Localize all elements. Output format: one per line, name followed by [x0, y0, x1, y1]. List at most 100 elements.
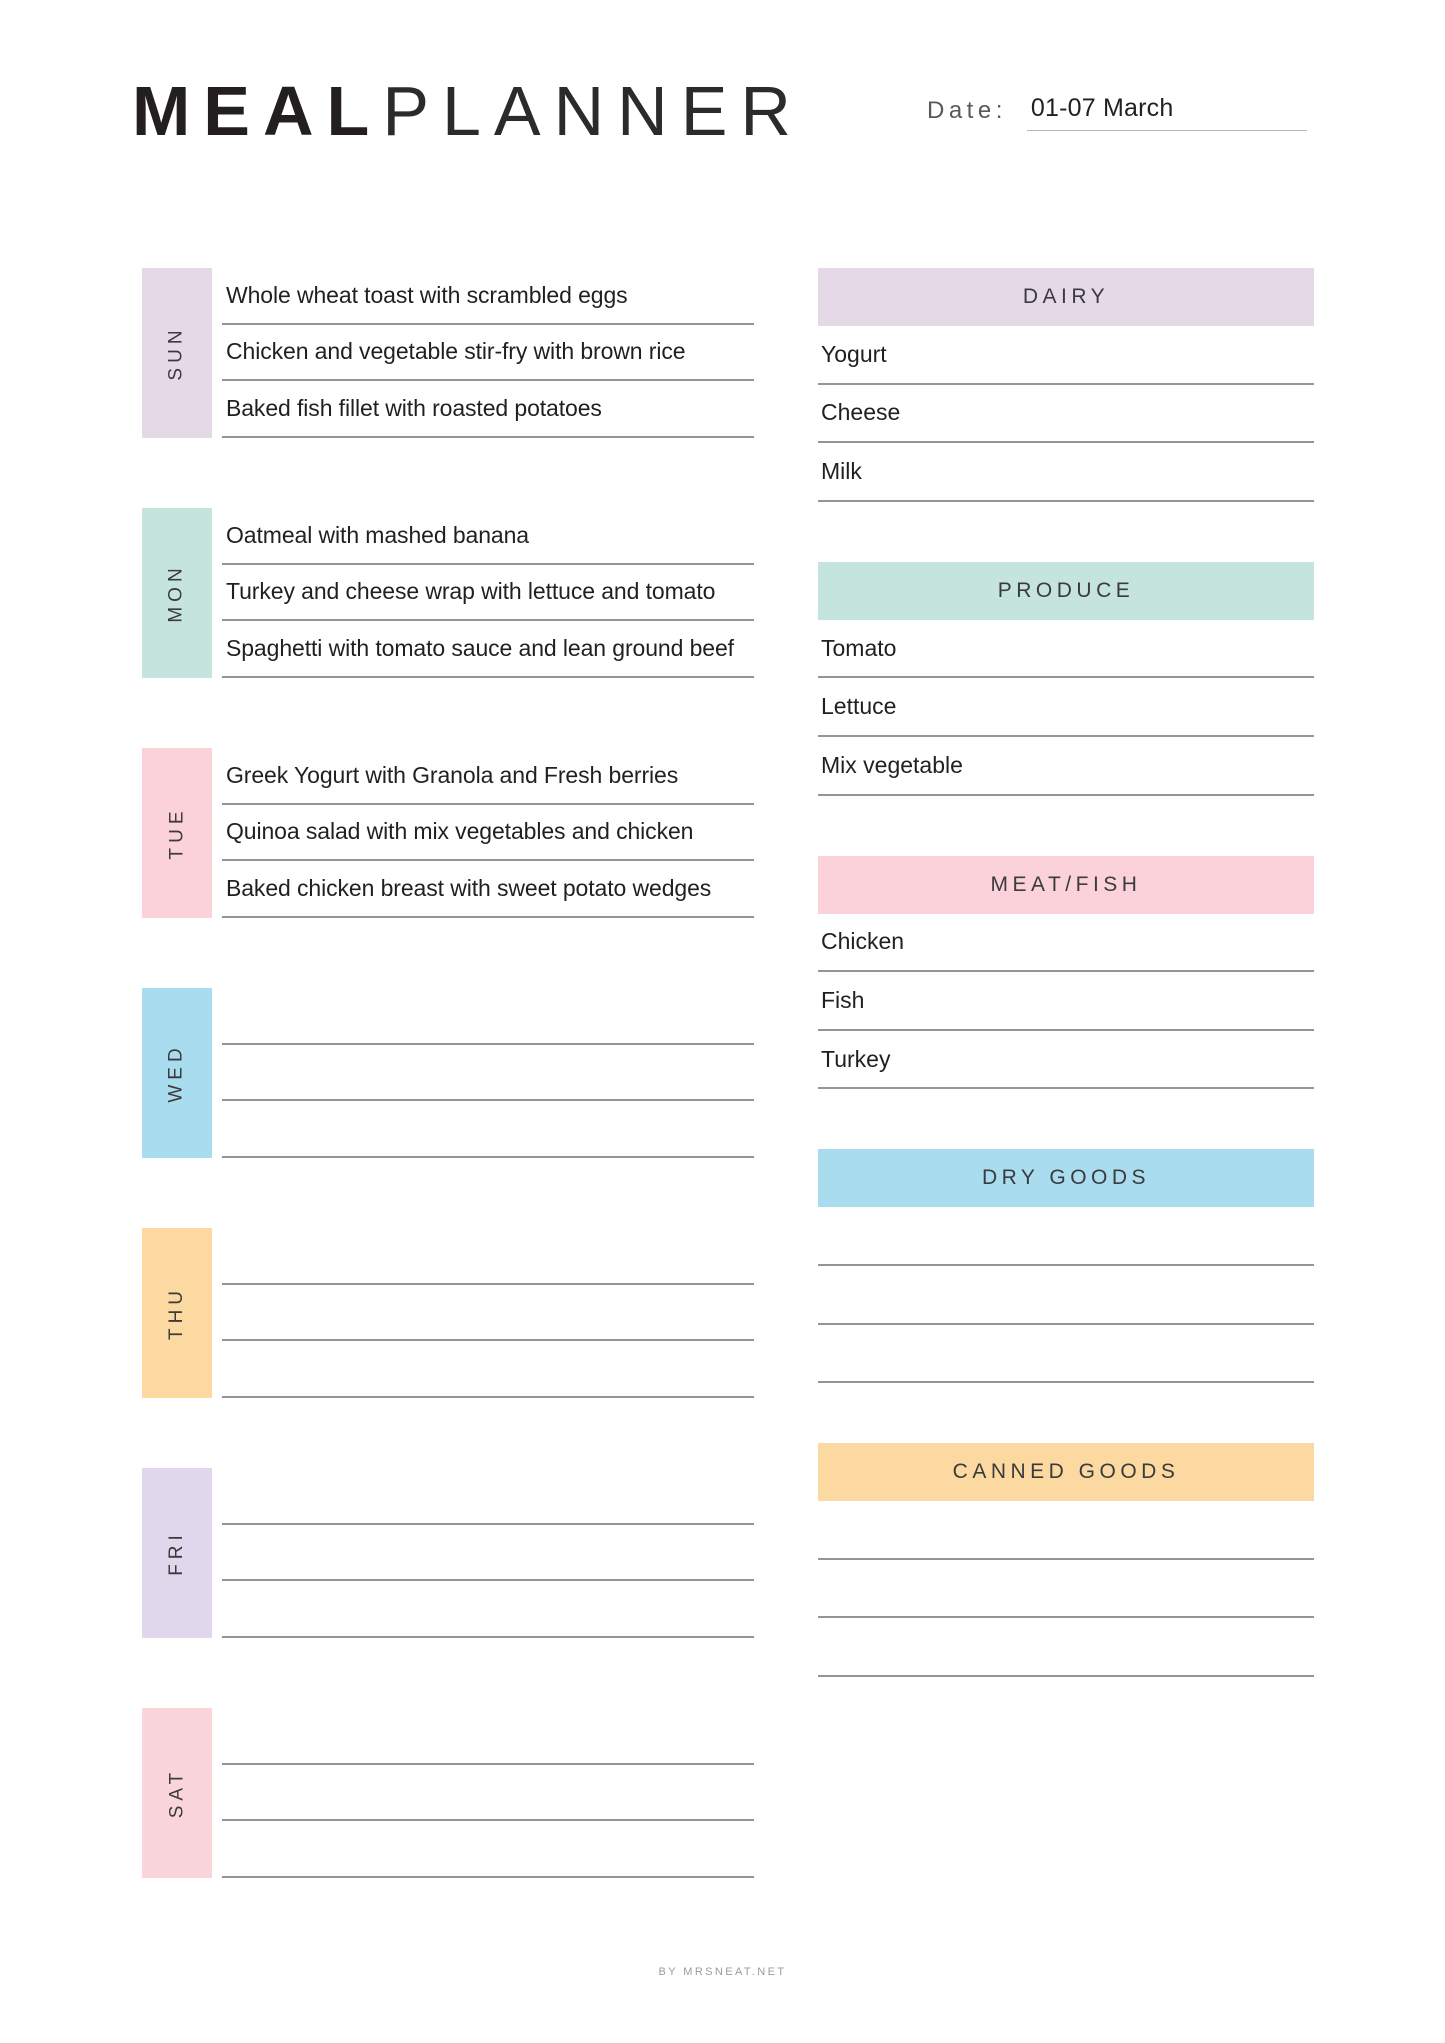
category-item-line[interactable]: Tomato: [818, 620, 1314, 679]
category-header: PRODUCE: [818, 561, 1314, 620]
category-header: DRY GOODS: [818, 1149, 1314, 1208]
category-block: PRODUCE Tomato Lettuce Mix vegetable: [818, 561, 1314, 796]
meal-line[interactable]: [222, 988, 754, 1045]
footer: BY MRSNEAT.NET: [0, 1962, 1445, 1980]
date-value: 01-07 March: [1030, 94, 1174, 122]
meal-text: Quinoa salad with mix vegetables and chi…: [226, 818, 694, 845]
category-item-line[interactable]: Turkey: [818, 1031, 1314, 1090]
meal-text: Spaghetti with tomato sauce and lean gro…: [226, 634, 734, 661]
day-tab-wed: WED: [142, 988, 212, 1158]
meal-line[interactable]: [222, 1045, 754, 1102]
meal-line[interactable]: [222, 1341, 754, 1398]
meal-line[interactable]: [222, 1468, 754, 1525]
meal-line[interactable]: [222, 1228, 754, 1285]
meal-line[interactable]: Whole wheat toast with scrambled eggs: [222, 268, 754, 325]
category-item-line[interactable]: Yogurt: [818, 326, 1314, 385]
day-tab-label: FRI: [165, 1530, 187, 1576]
category-block: DAIRY Yogurt Cheese Milk: [818, 268, 1314, 502]
category-item-text: Tomato: [821, 634, 897, 661]
category-item-text: Mix vegetable: [821, 751, 963, 778]
day-meals: Whole wheat toast with scrambled eggs Chi…: [222, 268, 754, 438]
category-header: DAIRY: [818, 268, 1314, 326]
meal-text: Chicken and vegetable stir-fry with brow…: [226, 338, 686, 365]
category-item-line[interactable]: [818, 1560, 1314, 1619]
day-tab-sun: SUN: [142, 268, 212, 438]
day-meals: Greek Yogurt with Granola and Fresh berr…: [222, 748, 754, 918]
day-tab-mon: MON: [142, 508, 212, 678]
category-item-text: Lettuce: [821, 693, 897, 720]
day-tab-label: THU: [166, 1285, 187, 1341]
day-block: MON Oatmeal with mashed banana Turkey and …: [142, 508, 754, 678]
meal-text: Greek Yogurt with Granola and Fresh berr…: [226, 761, 679, 788]
page-title-bold: MEAL: [132, 72, 383, 150]
day-block: THU: [142, 1228, 754, 1398]
category-item-line[interactable]: Milk: [818, 443, 1314, 502]
day-tab-fri: FRI: [142, 1468, 212, 1638]
category-item-line[interactable]: [818, 1207, 1314, 1266]
meal-line[interactable]: Spaghetti with tomato sauce and lean gro…: [222, 621, 754, 678]
category-item-line[interactable]: [818, 1325, 1314, 1384]
category-block: DRY GOODS: [818, 1149, 1314, 1384]
meal-line[interactable]: Quinoa salad with mix vegetables and chi…: [222, 805, 754, 862]
meal-text: Whole wheat toast with scrambled eggs: [226, 281, 628, 308]
categories-column: DAIRY Yogurt Cheese Milk PRODUCE Tomato Lettuc…: [818, 268, 1314, 1677]
day-tab-label: MON: [165, 563, 187, 623]
page-header: MEALPLANNER Date: 01-07 March: [132, 72, 1312, 162]
category-header: MEAT/FISH: [818, 855, 1314, 914]
meal-line[interactable]: [222, 1525, 754, 1582]
meal-line[interactable]: Greek Yogurt with Granola and Fresh berr…: [222, 748, 754, 805]
category-block: CANNED GOODS: [818, 1443, 1314, 1677]
date-label: Date:: [927, 97, 1007, 124]
category-header-label: MEAT/FISH: [990, 872, 1142, 896]
category-item-line[interactable]: Mix vegetable: [818, 737, 1314, 796]
meal-line[interactable]: Turkey and cheese wrap with lettuce and …: [222, 565, 754, 622]
category-header: CANNED GOODS: [818, 1443, 1314, 1502]
page-title-light: PLANNER: [382, 72, 804, 150]
category-item-text: Chicken: [821, 928, 905, 955]
category-item-line[interactable]: [818, 1501, 1314, 1560]
meal-text: Turkey and cheese wrap with lettuce and …: [226, 578, 716, 605]
meal-line[interactable]: [222, 1581, 754, 1638]
meal-line[interactable]: [222, 1765, 754, 1822]
day-tab-label: SAT: [165, 1767, 187, 1819]
category-item-line[interactable]: Chicken: [818, 914, 1314, 973]
day-meals: [222, 1468, 754, 1638]
meal-line[interactable]: [222, 1101, 754, 1158]
day-meals: [222, 1708, 754, 1878]
category-header-label: DRY GOODS: [981, 1166, 1151, 1190]
day-tab-label: TUE: [166, 806, 187, 860]
category-item-line[interactable]: [818, 1618, 1314, 1677]
category-item-text: Cheese: [821, 399, 901, 426]
day-tab-label: SUN: [166, 325, 187, 381]
day-tab-sat: SAT: [142, 1708, 212, 1878]
day-block: TUE Greek Yogurt with Granola and Fresh b…: [142, 748, 754, 918]
meal-line[interactable]: Oatmeal with mashed banana: [222, 508, 754, 565]
meal-line[interactable]: [222, 1708, 754, 1765]
day-block: WED: [142, 988, 754, 1158]
meal-line[interactable]: [222, 1821, 754, 1878]
day-tab-tue: TUE: [142, 748, 212, 918]
category-item-text: Fish: [821, 986, 865, 1013]
date-input[interactable]: 01-07 March: [1026, 94, 1307, 131]
meal-planner-page: MEALPLANNER Date: 01-07 March SUN Whole w…: [0, 0, 1445, 2043]
meal-text: Baked chicken breast with sweet potato w…: [226, 874, 712, 901]
day-block: FRI: [142, 1468, 754, 1638]
day-tab-label: WED: [165, 1043, 187, 1103]
meal-line[interactable]: [222, 1285, 754, 1342]
meal-line[interactable]: Baked chicken breast with sweet potato w…: [222, 861, 754, 918]
date-field: Date: 01-07 March: [927, 94, 1307, 131]
category-item-line[interactable]: Fish: [818, 972, 1314, 1031]
category-item-line[interactable]: Cheese: [818, 385, 1314, 444]
category-header-label: DAIRY: [1022, 285, 1110, 308]
category-block: MEAT/FISH Chicken Fish Turkey: [818, 855, 1314, 1090]
meal-line[interactable]: Baked fish fillet with roasted potatoes: [222, 381, 754, 438]
category-item-line[interactable]: [818, 1266, 1314, 1325]
day-block: SUN Whole wheat toast with scrambled eggs…: [142, 268, 754, 438]
category-item-text: Milk: [821, 457, 862, 484]
category-item-text: Yogurt: [821, 340, 887, 367]
category-item-line[interactable]: Lettuce: [818, 678, 1314, 737]
day-tab-thu: THU: [142, 1228, 212, 1398]
category-item-text: Turkey: [821, 1045, 891, 1072]
meal-text: Oatmeal with mashed banana: [226, 521, 529, 548]
meal-line[interactable]: Chicken and vegetable stir-fry with brow…: [222, 325, 754, 382]
